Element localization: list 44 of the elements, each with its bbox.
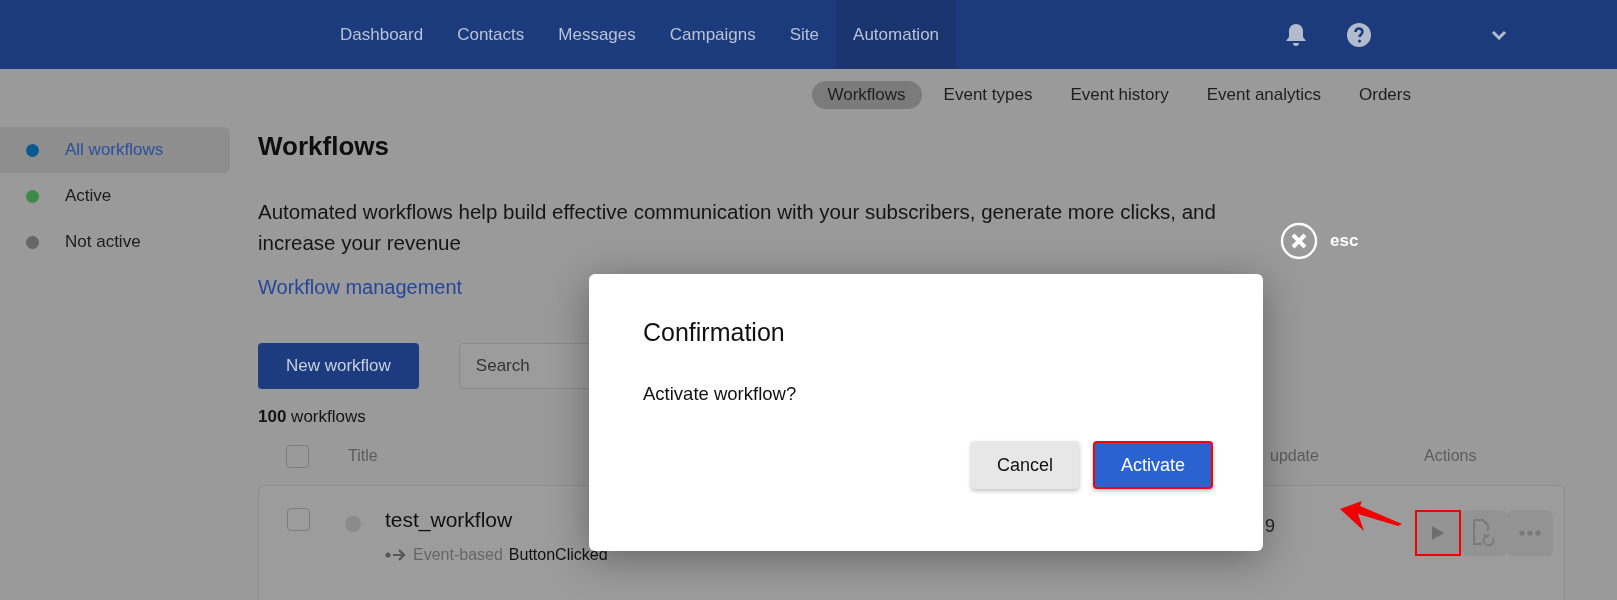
sub-tab[interactable]: Orders (1343, 81, 1427, 109)
sub-tab[interactable]: Event history (1054, 81, 1185, 109)
play-icon (1431, 525, 1445, 541)
sub-tab[interactable]: Workflows (811, 81, 922, 109)
nav-tab[interactable]: Automation (836, 0, 957, 69)
dialog-message: Activate workflow? (643, 383, 798, 405)
restore-button[interactable] (1461, 510, 1507, 556)
nav-tab[interactable]: Site (772, 0, 837, 69)
nav-tab[interactable]: Messages (541, 0, 653, 69)
sidebar-label: Not active (65, 232, 141, 252)
page-title: Workflows (258, 131, 390, 162)
column-header: Title (347, 447, 378, 465)
sub-tab[interactable]: Event analytics (1190, 81, 1338, 109)
more-button[interactable] (1507, 510, 1553, 556)
nav-tab[interactable]: Campaigns (652, 0, 773, 69)
event-arrow-icon (385, 549, 407, 561)
nav-tab[interactable]: Contacts (440, 0, 542, 69)
chevron-down-icon[interactable] (1491, 29, 1507, 40)
description: Automated workflows help build effective communication with your subscribers, generate more clicks, and increase your revenue (258, 199, 1217, 256)
cancel-button[interactable]: Cancel (970, 441, 1079, 489)
event-name: ButtonClicked (508, 546, 608, 564)
column-header: update (1269, 447, 1319, 465)
sidebar-label: All workflows (65, 140, 164, 160)
workflow-title[interactable]: test_workflow (385, 508, 513, 531)
more-icon (1519, 530, 1541, 536)
new-workflow-button[interactable]: New workflow (258, 343, 419, 389)
sidebar-label: Active (65, 186, 112, 206)
workflow-management-link[interactable]: Workflow management (258, 276, 463, 299)
dialog-title: Confirmation (643, 318, 786, 347)
play-button[interactable] (1415, 510, 1461, 556)
update-date: 9 (1265, 515, 1275, 537)
sidebar-item[interactable]: Active (0, 173, 230, 219)
sidebar-item[interactable]: Not active (0, 219, 230, 265)
document-restore-icon (1472, 518, 1496, 548)
nav-tab[interactable]: Dashboard (323, 0, 441, 69)
column-header: Actions (1423, 447, 1477, 465)
activate-button[interactable]: Activate (1092, 441, 1213, 489)
workflow-count: 100 workflows (258, 407, 367, 427)
row-checkbox[interactable] (287, 508, 310, 531)
help-icon[interactable] (1347, 22, 1371, 47)
bell-icon[interactable] (1285, 22, 1307, 47)
select-all-checkbox[interactable] (286, 444, 309, 468)
pointer-arrow (1340, 500, 1402, 532)
sub-tab[interactable]: Event types (927, 81, 1049, 109)
